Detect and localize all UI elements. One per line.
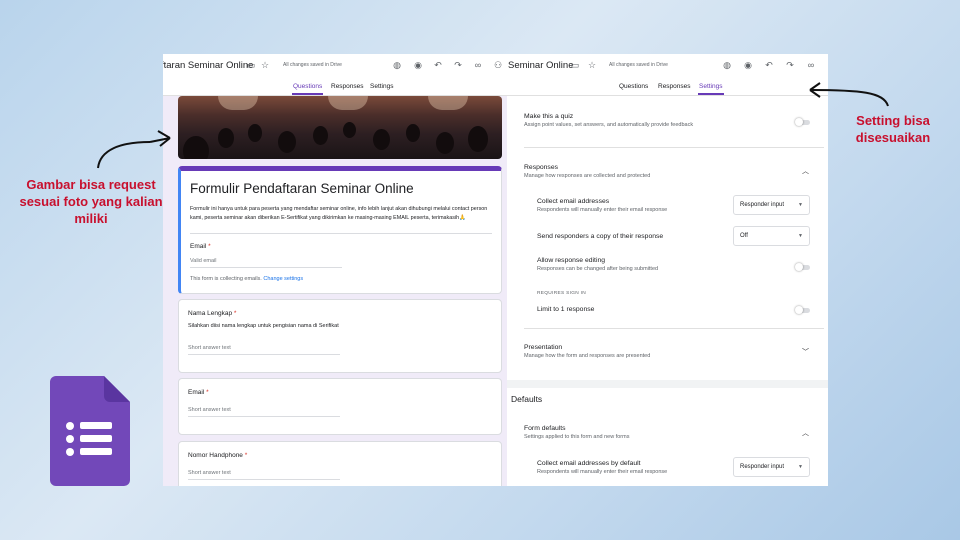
google-forms-logo (50, 376, 130, 486)
right-arrow (809, 89, 889, 107)
left-arrow (97, 141, 151, 169)
left-arrow-head (149, 130, 171, 147)
annotation-arrows (97, 82, 889, 169)
